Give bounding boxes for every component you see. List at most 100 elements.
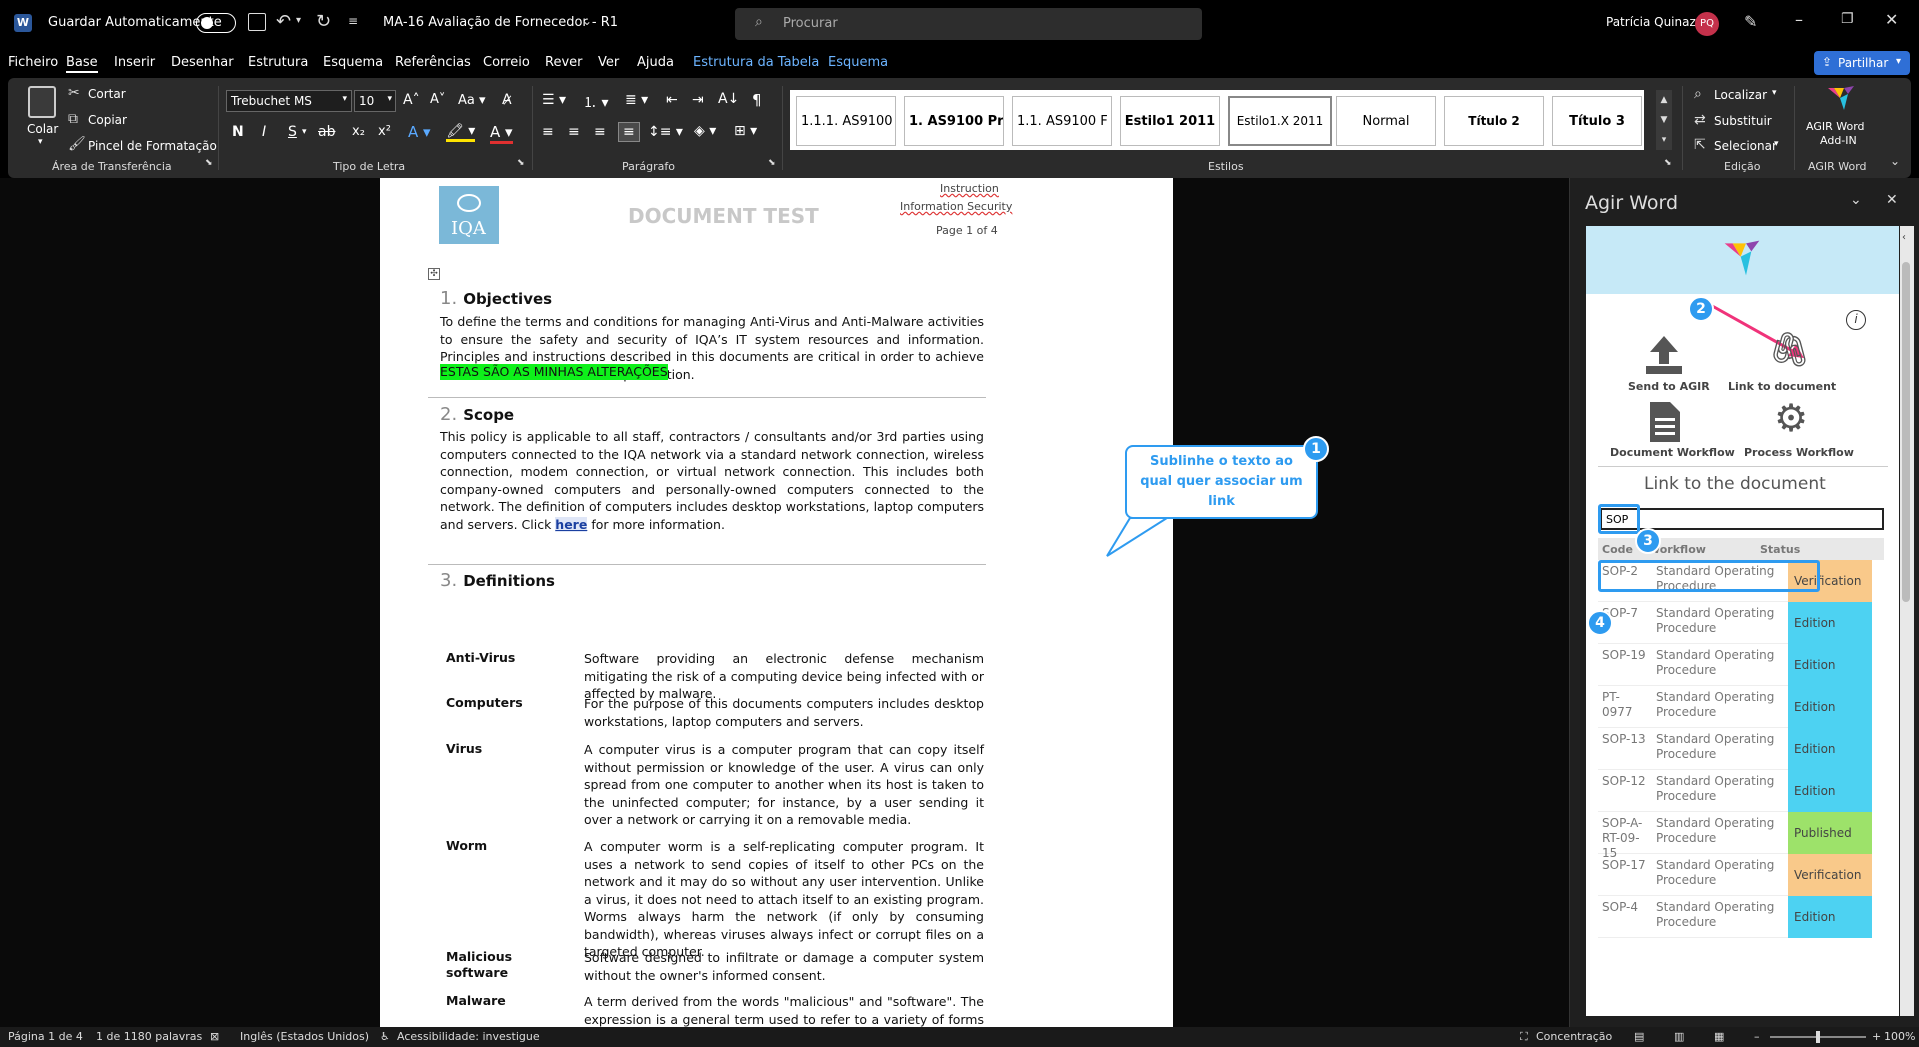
table-row[interactable]: SOP-12 Standard Operating Procedure Editio… bbox=[1598, 770, 1872, 812]
styles-up-icon[interactable]: ▲ bbox=[1656, 90, 1672, 110]
styles-scroll[interactable]: ▲ ▼ ▾ bbox=[1656, 90, 1672, 150]
bullets-icon[interactable]: ☰ ▾ bbox=[542, 92, 566, 108]
select-chevron-icon[interactable]: ▾ bbox=[1774, 139, 1779, 149]
align-left-icon[interactable]: ≡ bbox=[542, 124, 554, 140]
styles-launcher-icon[interactable]: ⬊ bbox=[1664, 158, 1672, 168]
line-spacing-icon[interactable]: ↕≡ ▾ bbox=[648, 124, 683, 140]
underline-button[interactable]: S bbox=[288, 124, 297, 140]
pane-scrollbar[interactable]: ‹ bbox=[1900, 226, 1914, 1016]
tab-base[interactable]: Base bbox=[66, 55, 98, 73]
pane-scroll-left-icon[interactable]: ‹ bbox=[1902, 232, 1906, 243]
clipboard-launcher-icon[interactable]: ⬊ bbox=[205, 158, 213, 168]
pen-icon[interactable]: ✎ bbox=[1744, 12, 1757, 31]
read-mode-icon[interactable]: ▤ bbox=[1634, 1030, 1644, 1043]
undo-icon[interactable]: ↶ bbox=[276, 11, 291, 32]
redo-icon[interactable]: ↻ bbox=[316, 11, 331, 32]
style-item[interactable]: Título 3 bbox=[1552, 96, 1642, 146]
avatar[interactable]: PQ bbox=[1695, 12, 1719, 36]
copy-button[interactable]: Copiar bbox=[88, 113, 127, 127]
proofing-icon[interactable]: ⊠ bbox=[210, 1030, 219, 1043]
status-page[interactable]: Página 1 de 4 bbox=[8, 1030, 83, 1043]
format-painter-button[interactable]: Pincel de Formatação bbox=[88, 139, 217, 153]
style-item[interactable]: 1.1. AS9100 F bbox=[1012, 96, 1112, 146]
paragraph-launcher-icon[interactable]: ⬊ bbox=[768, 158, 776, 168]
justify-icon[interactable]: ≡ bbox=[618, 122, 640, 142]
cut-button[interactable]: Cortar bbox=[88, 87, 126, 101]
select-button[interactable]: Selecionar bbox=[1714, 139, 1777, 153]
table-row[interactable]: SOP-7 Standard Operating Procedure Edition bbox=[1598, 602, 1872, 644]
font-launcher-icon[interactable]: ⬊ bbox=[517, 158, 525, 168]
sort-icon[interactable]: A↓ bbox=[718, 91, 739, 107]
status-words[interactable]: 1 de 1180 palavras bbox=[96, 1030, 202, 1043]
align-right-icon[interactable]: ≡ bbox=[594, 124, 606, 140]
ribbon-collapse-icon[interactable]: ⌄ bbox=[1890, 154, 1900, 168]
document-workflow-button[interactable]: Document Workflow bbox=[1600, 402, 1735, 462]
superscript-icon[interactable]: x² bbox=[378, 124, 391, 139]
send-to-agir-button[interactable]: Send to AGIR bbox=[1610, 334, 1720, 394]
paste-icon[interactable] bbox=[28, 86, 56, 118]
status-accessibility[interactable]: Acessibilidade: investigue bbox=[397, 1030, 540, 1043]
numbering-icon[interactable]: ⒈ ▾ bbox=[583, 92, 608, 112]
process-workflow-button[interactable]: ⚙ Process Workflow bbox=[1734, 396, 1864, 462]
font-family-select[interactable]: Trebuchet MS ▾ bbox=[226, 90, 352, 112]
agir-addin-button[interactable]: AGIR Word Add-IN bbox=[1804, 82, 1876, 152]
tab-estrutura-tabela[interactable]: Estrutura da Tabela bbox=[693, 55, 819, 70]
shading-icon[interactable]: ◈ ▾ bbox=[694, 123, 716, 139]
tab-rever[interactable]: Rever bbox=[545, 55, 582, 70]
find-chevron-icon[interactable]: ▾ bbox=[1772, 88, 1777, 98]
zoom-slider[interactable] bbox=[1770, 1031, 1866, 1043]
table-row[interactable]: SOP-17 Standard Operating Procedure Verifi… bbox=[1598, 854, 1872, 896]
align-center-icon[interactable]: ≡ bbox=[568, 124, 580, 140]
paste-button[interactable]: Colar bbox=[27, 122, 58, 136]
tab-desenhar[interactable]: Desenhar bbox=[171, 55, 234, 70]
shrink-font-icon[interactable]: A˅ bbox=[430, 92, 445, 107]
font-size-select[interactable]: 10 ▾ bbox=[354, 90, 396, 112]
font-color-icon[interactable]: A ▾ bbox=[490, 123, 513, 144]
web-layout-icon[interactable]: ▦ bbox=[1714, 1030, 1724, 1043]
table-row[interactable]: SOP-A-RT-09-15 Standard Operating Procedu… bbox=[1598, 812, 1872, 860]
print-layout-icon[interactable]: ▥ bbox=[1674, 1030, 1684, 1043]
styles-more-icon[interactable]: ▾ bbox=[1656, 130, 1672, 150]
style-item[interactable]: Estilo1 2011 bbox=[1120, 96, 1220, 146]
customize-toolbar-icon[interactable]: ≡ bbox=[348, 14, 358, 28]
tab-esquema[interactable]: Esquema bbox=[323, 55, 383, 70]
clear-formatting-icon[interactable]: A̷ bbox=[502, 92, 512, 108]
tab-ajuda[interactable]: Ajuda bbox=[637, 55, 674, 70]
maximize-icon[interactable]: ❐ bbox=[1841, 11, 1854, 27]
underline-chevron-icon[interactable]: ▾ bbox=[302, 127, 307, 137]
here-link[interactable]: here bbox=[555, 516, 588, 532]
table-row[interactable]: PT-0977 Standard Operating Procedure Editi… bbox=[1598, 686, 1872, 728]
tab-referencias[interactable]: Referências bbox=[395, 55, 471, 70]
search-box[interactable]: ⌕ Procurar bbox=[735, 8, 1202, 40]
show-marks-icon[interactable]: ¶ bbox=[752, 91, 762, 109]
text-effects-icon[interactable]: A ▾ bbox=[408, 123, 431, 141]
zoom-in-icon[interactable]: + bbox=[1872, 1030, 1881, 1043]
pane-options-icon[interactable]: ⌄ bbox=[1850, 192, 1862, 208]
tab-ver[interactable]: Ver bbox=[598, 55, 619, 70]
styles-down-icon[interactable]: ▼ bbox=[1656, 110, 1672, 130]
paste-chevron-icon[interactable]: ▾ bbox=[38, 137, 43, 147]
replace-button[interactable]: Substituir bbox=[1714, 114, 1772, 128]
close-icon[interactable]: ✕ bbox=[1885, 10, 1898, 29]
zoom-out-icon[interactable]: – bbox=[1754, 1030, 1760, 1043]
strikethrough-icon[interactable]: ab bbox=[318, 124, 335, 140]
status-focus[interactable]: Concentração bbox=[1536, 1030, 1612, 1043]
italic-button[interactable]: I bbox=[262, 124, 266, 140]
table-move-handle[interactable]: ✣ bbox=[428, 268, 440, 280]
increase-indent-icon[interactable]: ⇥ bbox=[692, 92, 704, 108]
table-row[interactable]: SOP-13 Standard Operating Procedure Editio… bbox=[1598, 728, 1872, 770]
table-row[interactable]: SOP-2 Standard Operating Procedure Verific… bbox=[1598, 560, 1872, 602]
user-name[interactable]: Patrícia Quinaz bbox=[1606, 15, 1696, 29]
table-row[interactable]: SOP-4 Standard Operating Procedure Edition bbox=[1598, 896, 1872, 938]
tab-esquema-tabela[interactable]: Esquema bbox=[828, 55, 888, 70]
decrease-indent-icon[interactable]: ⇤ bbox=[666, 92, 678, 108]
table-row[interactable]: SOP-19 Standard Operating Procedure Editio… bbox=[1598, 644, 1872, 686]
tab-ficheiro[interactable]: Ficheiro bbox=[8, 55, 58, 70]
find-button[interactable]: Localizar bbox=[1714, 88, 1767, 102]
borders-icon[interactable]: ⊞ ▾ bbox=[734, 123, 757, 139]
link-to-document-button[interactable]: 🖇 Link to document bbox=[1724, 330, 1844, 394]
info-icon[interactable]: i bbox=[1846, 310, 1866, 330]
save-icon[interactable] bbox=[248, 13, 266, 31]
title-chevron-icon[interactable]: ⌄ bbox=[582, 14, 592, 28]
minimize-icon[interactable]: – bbox=[1795, 10, 1803, 29]
